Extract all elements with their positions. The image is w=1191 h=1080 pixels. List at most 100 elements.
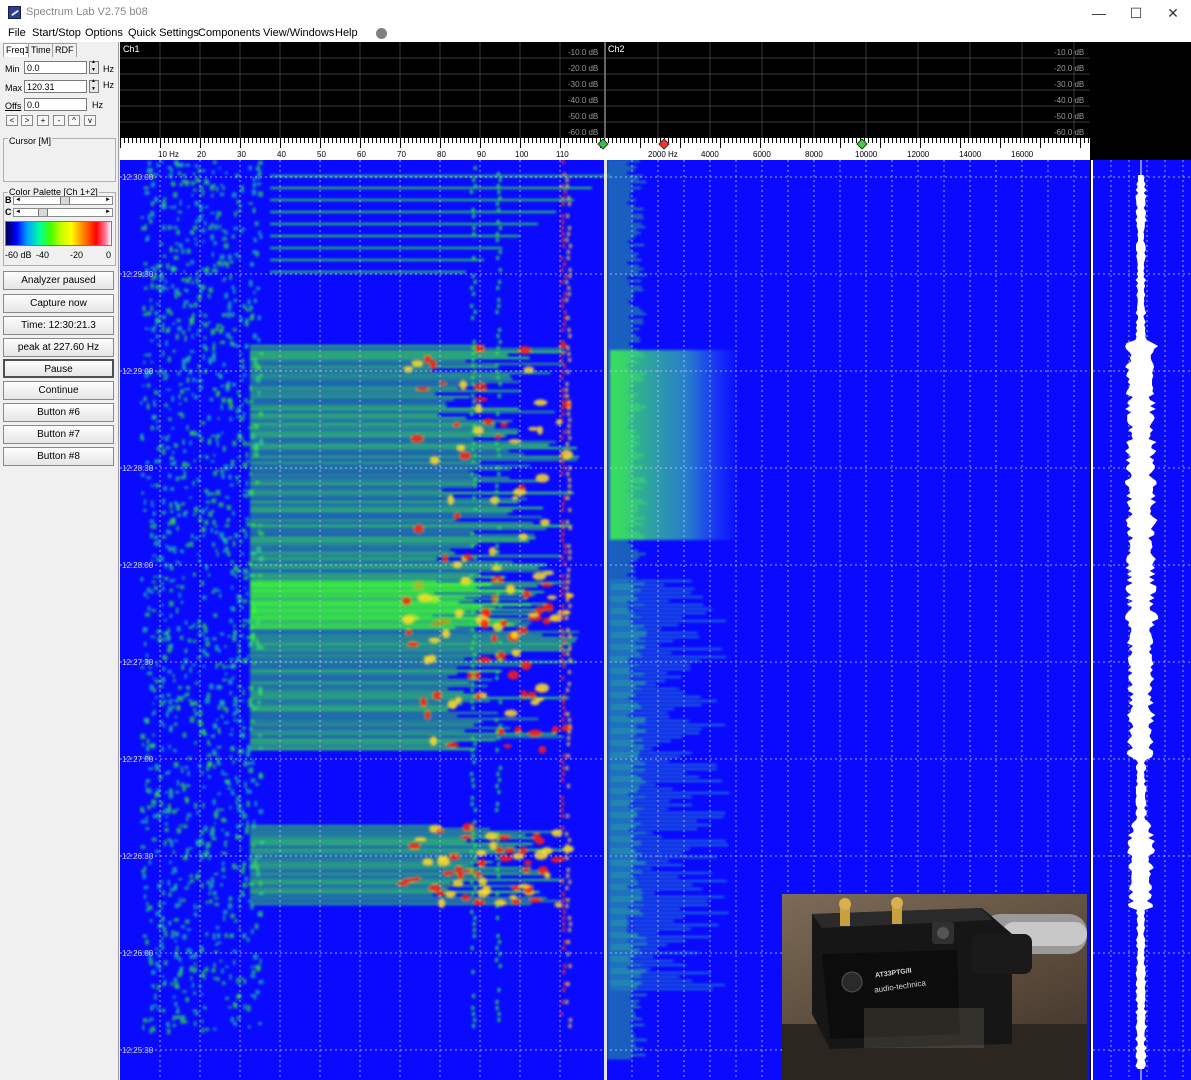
color-palette-bar[interactable] (5, 221, 112, 246)
freq-label-ch1: 30 (237, 150, 246, 159)
min-unit-label: Hz (103, 64, 114, 74)
tab-time[interactable]: Time (28, 43, 54, 57)
db-tick-ch1: -40.0 dB (568, 96, 599, 105)
contrast-thumb[interactable] (38, 209, 48, 216)
ch1-label: Ch1 (123, 44, 140, 54)
contrast-label: C (5, 207, 12, 217)
menu-view-windows[interactable]: View/Windows (263, 27, 334, 39)
max-freq-field[interactable]: 120.31 (24, 80, 87, 93)
menu-quick-settings[interactable]: Quick Settings (128, 27, 199, 39)
time-label: 12:25:30 (122, 1046, 154, 1055)
close-button[interactable]: ✕ (1154, 0, 1191, 26)
pause-button[interactable]: Pause (3, 359, 114, 378)
scroll-right-button[interactable]: > (21, 115, 33, 126)
zoom-in-button[interactable]: + (37, 115, 49, 126)
palette-label-min: -60 dB (5, 250, 32, 260)
freq-label-ch1: 70 (397, 150, 406, 159)
max-freq-stepper[interactable] (89, 78, 99, 93)
button-6[interactable]: Button #6 (3, 403, 114, 422)
freq-label-ch1: 40 (277, 150, 286, 159)
freq-label-ch2: 4000 (701, 150, 719, 159)
time-display-button[interactable]: Time: 12:30:21.3 (3, 316, 114, 335)
maximize-button[interactable]: ☐ (1117, 0, 1155, 26)
offs-unit-label: Hz (92, 100, 103, 110)
scroll-down-button[interactable]: v (84, 115, 96, 126)
brightness-thumb[interactable] (60, 197, 70, 204)
amplitude-scope (1091, 160, 1191, 1080)
continue-button[interactable]: Continue (3, 381, 114, 400)
min-label: Min (5, 64, 20, 74)
freq-label-ch1: 10 Hz (158, 150, 179, 159)
channel-separator (604, 42, 606, 138)
time-label: 12:26:30 (122, 852, 154, 861)
db-tick-ch2: -30.0 dB (1054, 80, 1085, 89)
minimize-button[interactable]: — (1080, 0, 1118, 26)
offset-field[interactable]: 0.0 (24, 98, 87, 111)
contrast-slider[interactable]: C ◄ ► (5, 207, 113, 217)
record-indicator-icon[interactable] (376, 28, 387, 39)
brightness-slider[interactable]: B ◄ ► (5, 195, 113, 205)
db-tick-ch2: -50.0 dB (1054, 112, 1085, 121)
db-tick-ch1: -50.0 dB (568, 112, 599, 121)
channel-divider (604, 160, 607, 1080)
db-tick-ch2: -10.0 dB (1054, 48, 1085, 57)
freq-label-ch1: 110 (556, 150, 569, 159)
min-freq-stepper[interactable] (89, 59, 99, 74)
palette-label: -20 (70, 250, 84, 260)
db-tick-ch2: -40.0 dB (1054, 96, 1085, 105)
time-label: 12:26:00 (122, 949, 154, 958)
freq-label-ch2: 10000 (855, 150, 878, 159)
scroll-left-button[interactable]: < (6, 115, 18, 126)
time-label: 12:28:00 (122, 561, 154, 570)
spectrum-display[interactable]: Ch1 Ch2 -10.0 dB -20.0 dB -30.0 dB -40.0… (120, 42, 1191, 1080)
freq-label-ch1: 100 (515, 150, 529, 159)
cursor-group-title: Cursor [M] (8, 136, 53, 146)
app-icon (8, 6, 21, 19)
freq-label-ch2: 14000 (959, 150, 982, 159)
time-label: 12:28:30 (122, 464, 154, 473)
freq-label-ch1: 60 (357, 150, 366, 159)
peak-display-button[interactable]: peak at 227.60 Hz (3, 338, 114, 357)
slider-right-arrow-icon[interactable]: ► (104, 209, 112, 216)
scope-waveform (1093, 160, 1191, 1080)
db-tick-ch1: -60.0 dB (568, 128, 599, 137)
slider-left-arrow-icon[interactable]: ◄ (14, 197, 22, 204)
window-title: Spectrum Lab V2.75 b08 (26, 6, 148, 18)
title-bar: Spectrum Lab V2.75 b08 — ☐ ✕ (0, 0, 1191, 26)
freq-label-ch1: 90 (477, 150, 486, 159)
freq-label-ch1: 80 (437, 150, 446, 159)
freq-label-ch1: 50 (317, 150, 326, 159)
cartridge-photo: AT33PTG/II audio-technica (782, 894, 1087, 1080)
freq-label-ch2: 2000 Hz (648, 150, 678, 159)
zoom-out-button[interactable]: - (53, 115, 65, 126)
brightness-label: B (5, 195, 12, 205)
db-tick-ch1: -10.0 dB (568, 48, 599, 57)
menu-components[interactable]: Components (198, 27, 260, 39)
frequency-scale[interactable]: 10 Hz 20 30 40 50 60 70 80 90 100 110 20… (120, 138, 1090, 160)
analyzer-paused-button[interactable]: Analyzer paused (3, 271, 114, 290)
palette-label: -40 (36, 250, 50, 260)
slider-right-arrow-icon[interactable]: ► (104, 197, 112, 204)
offs-label: Offs (5, 101, 22, 111)
menu-help[interactable]: Help (335, 27, 358, 39)
freq-label-ch1: 20 (197, 150, 206, 159)
slider-left-arrow-icon[interactable]: ◄ (14, 209, 22, 216)
scope-header (1090, 42, 1191, 160)
cursor-group: Cursor [M] (3, 136, 116, 182)
menu-start-stop[interactable]: Start/Stop (32, 27, 81, 39)
time-label: 12:27:30 (122, 658, 154, 667)
freq-label-ch2: 12000 (907, 150, 930, 159)
ch2-label: Ch2 (608, 44, 625, 54)
freq-label-ch2: 6000 (753, 150, 771, 159)
tab-rdf[interactable]: RDF (52, 43, 77, 57)
button-8[interactable]: Button #8 (3, 447, 114, 466)
time-label: 12:27:00 (122, 755, 154, 764)
time-label: 12:29:30 (122, 270, 154, 279)
scroll-up-button[interactable]: ^ (68, 115, 80, 126)
time-label: 12:30:00 (122, 173, 154, 182)
button-7[interactable]: Button #7 (3, 425, 114, 444)
menu-file[interactable]: File (8, 27, 26, 39)
menu-options[interactable]: Options (85, 27, 123, 39)
min-freq-field[interactable]: 0.0 (24, 61, 87, 74)
capture-now-button[interactable]: Capture now (3, 294, 114, 313)
